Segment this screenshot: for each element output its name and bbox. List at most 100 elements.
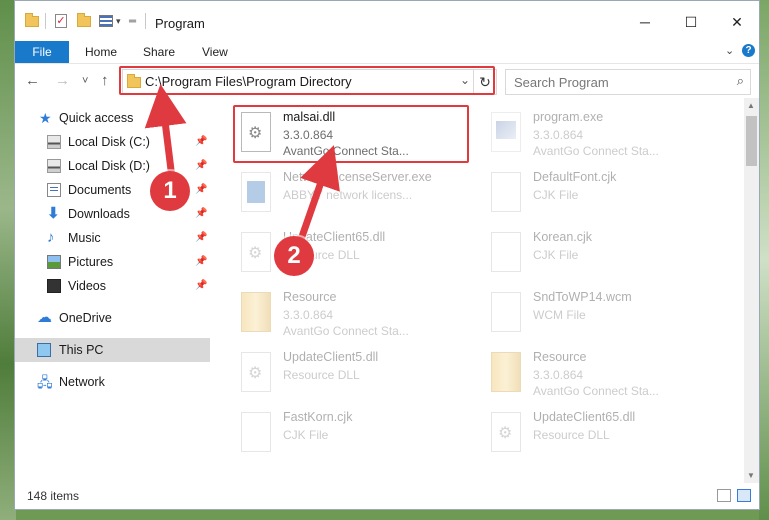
program-exe-icon	[491, 112, 521, 152]
pin-icon[interactable]: 📌	[195, 178, 207, 202]
file-description: AvantGo Connect Sta...	[533, 144, 659, 158]
videos-icon	[47, 279, 61, 293]
desktop-background-right	[759, 0, 769, 520]
sidebar-item-onedrive[interactable]: ☁ OneDrive	[15, 306, 210, 330]
address-highlight-box	[119, 66, 495, 95]
file-name: FastKorn.cjk	[283, 410, 353, 424]
file-description: AvantGo Connect Sta...	[533, 384, 659, 398]
file-item-networklicenseserver-exe[interactable]: NetworkLicenseServer.exe ABBYY network l…	[235, 166, 475, 222]
exe-icon	[241, 172, 271, 212]
file-list: malsai.dll 3.3.0.864 AvantGo Connect Sta…	[211, 98, 741, 483]
vertical-scrollbar[interactable]: ▲ ▼	[744, 98, 759, 483]
file-type: CJK File	[533, 248, 579, 262]
properties-check-icon[interactable]: ✓	[55, 13, 67, 29]
file-item-updateclient65-dll[interactable]: UpdateClient65.dll Resource DLL	[235, 226, 475, 282]
file-highlight-box	[233, 105, 469, 163]
navigation-pane: ★ Quick access Local Disk (C:) 📌 Local D…	[15, 98, 210, 483]
file-description: AvantGo Connect Sta...	[283, 324, 409, 338]
file-name: NetworkLicenseServer.exe	[283, 170, 432, 184]
sidebar-item-quick-access[interactable]: ★ Quick access	[15, 106, 210, 130]
file-item-resource-folder[interactable]: Resource 3.3.0.864 AvantGo Connect Sta..…	[235, 286, 475, 342]
status-bar: 148 items	[15, 483, 759, 509]
back-arrow-icon[interactable]: ←	[25, 72, 40, 89]
pin-icon[interactable]: 📌	[195, 274, 207, 298]
step-2-badge: 2	[274, 236, 314, 276]
file-icon	[241, 412, 271, 452]
network-icon: 🖧	[37, 374, 53, 390]
up-arrow-icon[interactable]: ↑	[101, 72, 109, 89]
file-type: Resource DLL	[283, 368, 360, 382]
sidebar-item-label: Downloads	[68, 207, 130, 221]
file-item-korean-cjk[interactable]: Korean.cjk CJK File	[485, 226, 725, 282]
new-folder-icon[interactable]	[77, 12, 91, 29]
sidebar-item-label: This PC	[59, 343, 104, 357]
forward-arrow-icon[interactable]: →	[55, 72, 70, 89]
customize-toolbar-icon[interactable]: ═	[129, 13, 136, 29]
maximize-button[interactable]: ☐	[668, 9, 714, 35]
sidebar-item-music[interactable]: ♪ Music 📌	[15, 226, 210, 250]
pin-icon[interactable]: 📌	[195, 154, 207, 178]
search-box[interactable]: Search Program ⌕	[505, 69, 751, 95]
scroll-up-icon[interactable]: ▲	[747, 101, 755, 110]
scroll-down-icon[interactable]: ▼	[747, 471, 755, 480]
file-name: Resource	[533, 350, 587, 364]
file-icon	[491, 232, 521, 272]
folder-file-icon	[241, 292, 271, 332]
scrollbar-thumb[interactable]	[746, 116, 757, 166]
dll-file-icon	[241, 352, 271, 392]
pin-icon[interactable]: 📌	[195, 130, 207, 154]
sidebar-item-network[interactable]: 🖧 Network	[15, 370, 210, 394]
file-item-updateclient5-dll[interactable]: UpdateClient5.dll Resource DLL	[235, 346, 475, 402]
star-icon: ★	[39, 110, 52, 126]
dll-file-icon	[491, 412, 521, 452]
sidebar-item-label: Documents	[68, 183, 132, 197]
separator	[145, 13, 146, 29]
sidebar-item-local-disk-c[interactable]: Local Disk (C:) 📌	[15, 130, 210, 154]
qa-dropdown-icon[interactable]: ▾	[116, 13, 121, 29]
file-item-fastkorn-cjk[interactable]: FastKorn.cjk CJK File	[235, 406, 475, 462]
file-version: 3.3.0.864	[283, 308, 334, 322]
file-name: Resource	[283, 290, 337, 304]
file-type: WCM File	[533, 308, 586, 322]
pin-icon[interactable]: 📌	[195, 202, 207, 226]
file-name: program.exe	[533, 110, 604, 124]
pin-icon[interactable]: 📌	[195, 226, 207, 250]
tab-share[interactable]: Share	[143, 41, 175, 63]
search-icon[interactable]: ⌕	[737, 73, 744, 89]
file-item-updateclient65-dll-2[interactable]: UpdateClient65.dll Resource DLL	[485, 406, 725, 462]
sidebar-item-label: Local Disk (D:)	[68, 159, 150, 173]
file-item-program-exe[interactable]: program.exe 3.3.0.864 AvantGo Connect St…	[485, 106, 725, 162]
file-type: CJK File	[283, 428, 329, 442]
file-item-resource-folder-2[interactable]: Resource 3.3.0.864 AvantGo Connect Sta..…	[485, 346, 725, 402]
tab-home[interactable]: Home	[85, 41, 117, 63]
documents-icon	[47, 183, 61, 197]
recent-locations-icon[interactable]: ˅	[82, 75, 88, 87]
file-version: 3.3.0.864	[533, 368, 584, 382]
disk-icon	[47, 135, 61, 149]
sidebar-item-label: OneDrive	[59, 311, 112, 325]
pin-icon[interactable]: 📌	[195, 250, 207, 274]
sidebar-item-videos[interactable]: Videos 📌	[15, 274, 210, 298]
close-button[interactable]: ✕	[714, 9, 760, 35]
music-icon: ♪	[47, 229, 55, 246]
file-item-defaultfont-cjk[interactable]: DefaultFont.cjk CJK File	[485, 166, 725, 222]
sidebar-item-this-pc[interactable]: This PC	[15, 338, 210, 362]
large-icons-view-icon[interactable]	[737, 489, 751, 502]
properties-icon[interactable]	[99, 13, 113, 29]
search-input[interactable]: Search Program	[514, 75, 609, 90]
chevron-down-icon[interactable]: ⌄	[725, 44, 734, 57]
ribbon-tabs: File Home Share View ⌄ ?	[15, 39, 759, 64]
folder-file-icon	[491, 352, 521, 392]
details-view-icon[interactable]	[717, 489, 731, 502]
help-icon[interactable]: ?	[742, 44, 755, 57]
file-type: Resource DLL	[533, 428, 610, 442]
separator	[45, 13, 46, 29]
tab-view[interactable]: View	[202, 41, 228, 63]
file-name: Korean.cjk	[533, 230, 593, 244]
file-item-sndtowp14-wcm[interactable]: SndToWP14.wcm WCM File	[485, 286, 725, 342]
pictures-icon	[47, 255, 61, 269]
sidebar-item-pictures[interactable]: Pictures 📌	[15, 250, 210, 274]
minimize-button[interactable]: ─	[622, 9, 668, 35]
tab-file[interactable]: File	[15, 41, 69, 63]
file-name: UpdateClient65.dll	[533, 410, 636, 424]
